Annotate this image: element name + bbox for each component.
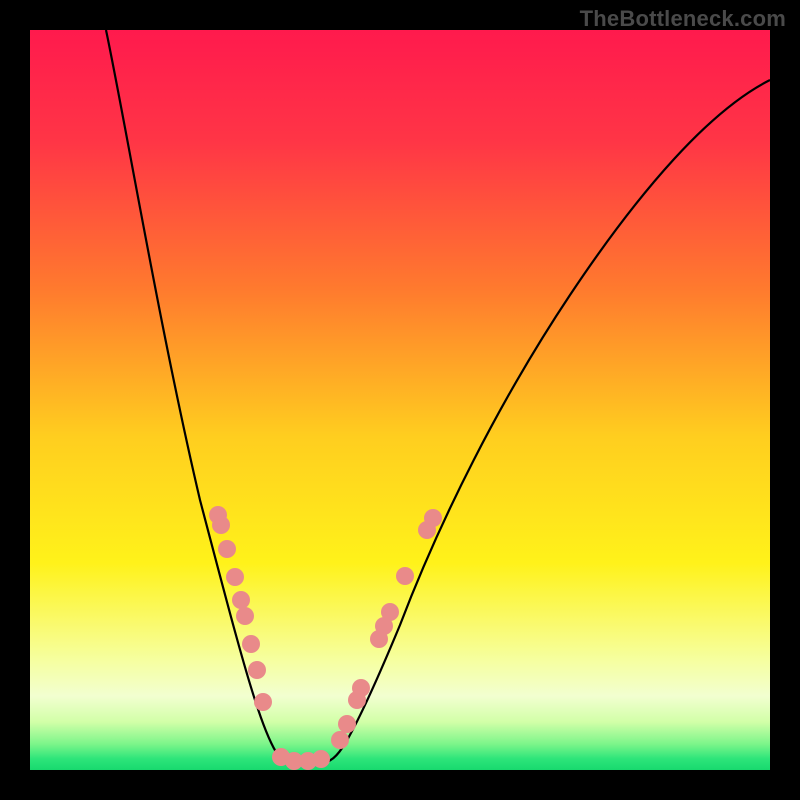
marker-layer <box>209 506 442 770</box>
data-marker <box>218 540 236 558</box>
data-marker <box>381 603 399 621</box>
data-marker <box>248 661 266 679</box>
data-marker <box>236 607 254 625</box>
v-curve-line <box>106 30 770 763</box>
watermark-text: TheBottleneck.com <box>580 6 786 32</box>
data-marker <box>226 568 244 586</box>
plot-overlay <box>30 30 770 770</box>
data-marker <box>232 591 250 609</box>
plot-frame <box>30 30 770 770</box>
data-marker <box>312 750 330 768</box>
data-marker <box>352 679 370 697</box>
data-marker <box>424 509 442 527</box>
data-marker <box>338 715 356 733</box>
data-marker <box>396 567 414 585</box>
data-marker <box>254 693 272 711</box>
data-marker <box>242 635 260 653</box>
data-marker <box>212 516 230 534</box>
data-marker <box>331 731 349 749</box>
